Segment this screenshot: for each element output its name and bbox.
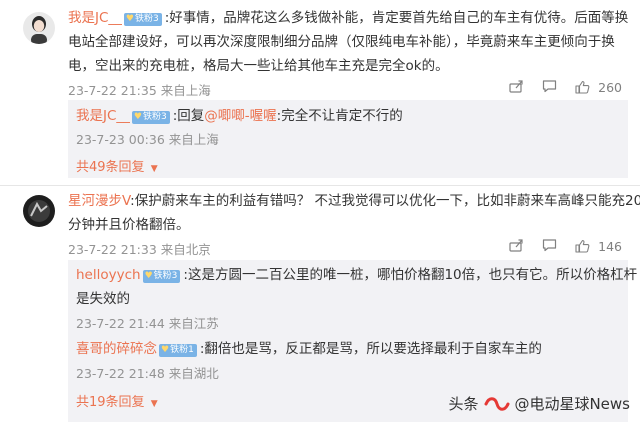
expand-replies-button[interactable]: 共19条回复 ▼: [76, 391, 158, 410]
comment-line: 分钟并且价格翻倍。: [68, 217, 190, 233]
chevron-down-icon: ▼: [150, 164, 158, 174]
share-icon[interactable]: [509, 79, 524, 96]
comment-line: :保护蔚来车主的利益有错吗？ 不过我觉得可以优化一下，比如非蔚来车高峰只能充20: [130, 193, 640, 209]
comment-icon[interactable]: [542, 79, 557, 96]
comment-1: 我是JC__ ♥铁粉3:好事情，品牌花这么多钱做补能，肯定要首先给自己的车主有优待…: [0, 0, 640, 178]
username-link[interactable]: 我是JC__: [76, 108, 130, 124]
fan-badge: ♥铁粉3: [131, 111, 170, 124]
reply-text: helloyych ♥铁粉3:这是方圆一二百公里的唯一桩，哪怕价格翻10倍，也只有…: [76, 264, 637, 286]
username-link[interactable]: helloyych: [76, 267, 141, 283]
toutiao-logo-icon: [484, 396, 510, 411]
fan-badge: ♥铁粉1: [159, 344, 197, 357]
avatar[interactable]: [23, 195, 55, 227]
comment-2: 星河漫步V:保护蔚来车主的利益有错吗？ 不过我觉得可以优化一下，比如非蔚来车高峰…: [0, 186, 640, 422]
comment-actions: 146: [495, 238, 622, 255]
avatar[interactable]: [23, 12, 55, 44]
comment-icon[interactable]: [542, 238, 557, 255]
reply-meta: 23-7-23 00:36 来自上海: [76, 132, 219, 147]
reply-content: :翻倍也是骂，反正都是骂，所以要选择最利于自家车主的: [199, 341, 542, 357]
like-button[interactable]: 146: [575, 239, 622, 254]
comment-line: 电站全部建设好，可以再次深度限制细分品牌（仅限纯电车补能），毕竟蔚来车主更倾向于…: [68, 34, 615, 50]
comment-line: :好事情，品牌花这么多钱做补能，肯定要首先给自己的车主有优待。后面等换: [164, 10, 629, 26]
heart-icon: ♥: [125, 14, 134, 24]
reply-content: 是失效的: [76, 291, 130, 307]
comment-line: 电，空出来的充电桩，格局大一些让给其他车主充是完全ok的。: [68, 58, 449, 74]
like-count: 260: [598, 80, 622, 95]
like-button[interactable]: 260: [575, 80, 622, 95]
watermark-account: @电动星球News: [514, 395, 630, 413]
comment-actions: 260: [495, 79, 622, 96]
username-link[interactable]: 星河漫步V: [68, 193, 130, 209]
fan-badge: ♥铁粉3: [123, 13, 162, 26]
like-icon: [575, 239, 590, 253]
like-icon: [575, 80, 590, 94]
watermark-source: 头条: [448, 395, 479, 413]
reply-text: 我是JC__ ♥铁粉3:回复@唧唧-喔喔:完全不让肯定不行的: [76, 105, 403, 127]
reply-content: :完全不让肯定不行的: [276, 108, 403, 124]
heart-icon: ♥: [133, 112, 142, 122]
reply-panel: 我是JC__ ♥铁粉3:回复@唧唧-喔喔:完全不让肯定不行的 23-7-23 00…: [68, 100, 628, 178]
watermark: 头条 @电动星球News: [448, 393, 630, 414]
heart-icon: ♥: [161, 345, 170, 355]
reply-prefix: :回复: [172, 108, 205, 124]
reply-text: 喜哥的碎碎念 ♥铁粉1:翻倍也是骂，反正都是骂，所以要选择最利于自家车主的: [76, 338, 542, 360]
expand-replies-button[interactable]: 共49条回复 ▼: [76, 156, 158, 175]
comment-meta: 23-7-22 21:35 来自上海: [68, 83, 211, 98]
username-link[interactable]: 喜哥的碎碎念: [76, 341, 157, 357]
username-link[interactable]: 我是JC__: [68, 10, 122, 26]
chevron-down-icon: ▼: [150, 399, 158, 409]
fan-badge: ♥铁粉3: [142, 270, 181, 283]
comment-text: 星河漫步V:保护蔚来车主的利益有错吗？ 不过我觉得可以优化一下，比如非蔚来车高峰…: [68, 190, 640, 212]
share-icon[interactable]: [509, 238, 524, 255]
comment-meta: 23-7-22 21:33 来自北京: [68, 242, 211, 257]
reply-meta: 23-7-22 21:48 来自湖北: [76, 366, 219, 381]
heart-icon: ♥: [144, 271, 153, 281]
comment-text: 我是JC__ ♥铁粉3:好事情，品牌花这么多钱做补能，肯定要首先给自己的车主有优待…: [68, 7, 628, 29]
mention-link[interactable]: @唧唧-喔喔: [204, 108, 276, 124]
reply-meta: 23-7-22 21:44 来自江苏: [76, 316, 219, 331]
reply-content: :这是方圆一二百公里的唯一桩，哪怕价格翻10倍，也只有它。所以价格杠杆: [183, 267, 638, 283]
like-count: 146: [598, 239, 622, 254]
